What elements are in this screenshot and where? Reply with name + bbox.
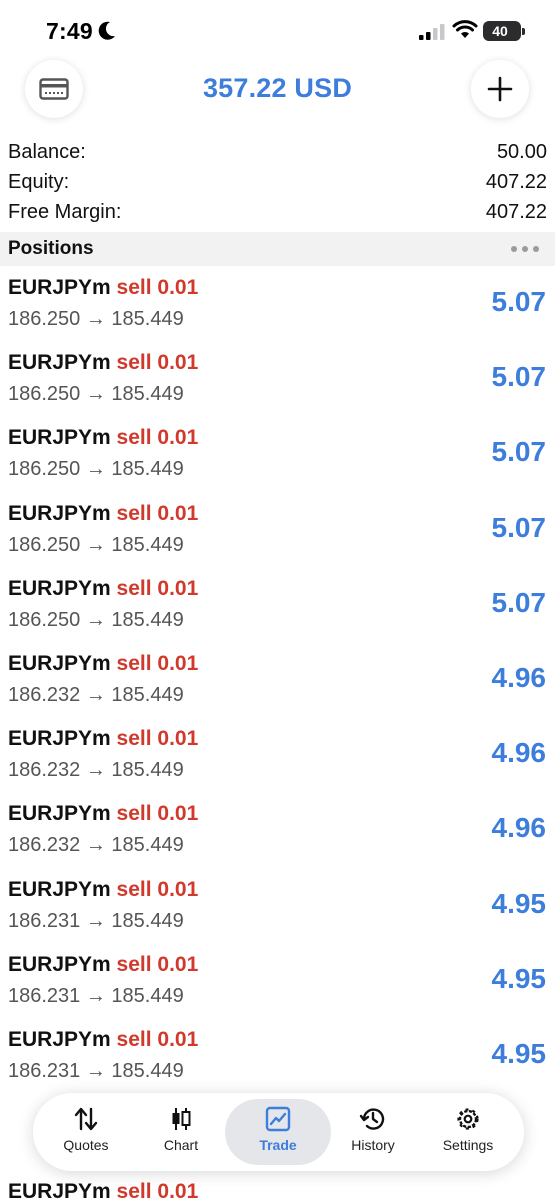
position-profit: 5.07	[491, 511, 547, 543]
positions-section-header: Positions	[0, 232, 555, 266]
plus-icon	[487, 76, 513, 102]
position-prices: 186.250 → 185.449	[8, 533, 184, 556]
position-prices: 186.231 → 185.449	[8, 909, 184, 932]
tab-history-label: History	[351, 1137, 395, 1153]
position-profit: 5.07	[491, 361, 547, 393]
position-symbol: EURJPYm	[8, 576, 111, 600]
position-symbol: EURJPYm	[8, 952, 111, 976]
tab-bar: Quotes Chart Trade History Settings	[33, 1093, 524, 1171]
position-symbol: EURJPYm	[8, 351, 111, 375]
trade-chart-icon	[265, 1106, 291, 1132]
position-row[interactable]: EURJPYm sell 0.01 186.231 → 185.449 4.95	[0, 868, 555, 943]
position-row[interactable]: EURJPYm sell 0.01 186.250 → 185.449 5.07	[0, 567, 555, 642]
candlestick-icon	[172, 1108, 191, 1130]
position-profit: 4.96	[491, 812, 547, 844]
position-action: sell 0.01	[116, 1180, 199, 1200]
position-profit: 5.07	[491, 286, 547, 317]
position-prices: 186.231 → 185.449	[8, 984, 184, 1007]
status-bar: 7:49 40	[0, 0, 555, 62]
position-symbol: EURJPYm	[8, 727, 111, 751]
position-row[interactable]: EURJPYm sell 0.01 186.250 → 185.449 5.07	[0, 341, 555, 416]
position-symbol: EURJPYm	[8, 426, 111, 450]
position-action: sell 0.01	[116, 651, 199, 675]
position-prices: 186.250 → 185.449	[8, 458, 184, 481]
tab-chart-label: Chart	[163, 1137, 199, 1153]
tab-trade[interactable]: Trade	[225, 1099, 331, 1165]
tab-settings-label: Settings	[442, 1137, 494, 1153]
position-symbol: EURJPYm	[8, 1027, 111, 1051]
position-row[interactable]: EURJPYm sell 0.01 186.232 → 185.449 4.96	[0, 792, 555, 867]
position-profit: 4.95	[491, 1037, 547, 1069]
position-symbol: EURJPYm	[8, 802, 111, 826]
position-action: sell 0.01	[116, 501, 199, 525]
position-action: sell 0.01	[116, 952, 199, 976]
position-symbol: EURJPYm	[8, 276, 111, 299]
tab-quotes-label: Quotes	[63, 1137, 109, 1153]
position-prices: 186.232 → 185.449	[8, 759, 184, 782]
battery-icon: 40	[483, 21, 525, 41]
position-profit: 4.96	[491, 737, 547, 769]
position-action: sell 0.01	[116, 276, 199, 299]
status-time: 7:49	[46, 18, 93, 44]
position-row[interactable]: EURJPYm sell 0.01 186.232 → 185.449 4.96	[0, 717, 555, 792]
equity-value: 407.22	[485, 170, 547, 193]
position-prices: 186.232 → 185.449	[8, 683, 184, 706]
arrows-up-down-icon	[74, 1107, 98, 1131]
position-profit: 4.95	[491, 887, 547, 919]
balance-value: 50.00	[496, 140, 547, 163]
position-action: sell 0.01	[116, 426, 199, 450]
tab-quotes[interactable]: Quotes	[37, 1099, 135, 1165]
position-action: sell 0.01	[116, 877, 199, 901]
position-action: sell 0.01	[116, 727, 199, 751]
more-options-icon[interactable]	[511, 246, 539, 252]
position-row[interactable]: EURJPYm sell 0.01 186.232 → 185.449 4.96	[0, 642, 555, 717]
position-row[interactable]: EURJPYm sell 0.01 186.231 → 185.449 4.95	[0, 1018, 555, 1093]
cellular-signal-icon	[419, 24, 445, 40]
position-action: sell 0.01	[116, 802, 199, 826]
moon-icon	[98, 21, 115, 40]
new-order-button[interactable]	[471, 60, 529, 118]
positions-list: EURJPYm sell 0.01 186.250 → 185.449 5.07…	[0, 266, 555, 1093]
position-row-partial[interactable]: EURJPYm sell 0.01	[0, 1180, 555, 1200]
position-prices: 186.232 → 185.449	[8, 834, 184, 857]
position-symbol: EURJPYm	[8, 877, 111, 901]
equity-row: Equity: 407.22	[8, 167, 547, 197]
free-margin-row: Free Margin: 407.22	[8, 197, 547, 227]
position-profit: 5.07	[491, 436, 547, 468]
position-prices: 186.250 → 185.449	[8, 308, 184, 330]
position-profit: 4.96	[491, 661, 547, 693]
history-icon	[359, 1108, 385, 1130]
wifi-icon	[452, 20, 478, 38]
position-row[interactable]: EURJPYm sell 0.01 186.250 → 185.449 5.07	[0, 492, 555, 567]
position-row[interactable]: EURJPYm sell 0.01 186.250 → 185.449 5.07	[0, 266, 555, 341]
balance-row: Balance: 50.00	[8, 137, 547, 167]
position-symbol: EURJPYm	[8, 651, 111, 675]
gear-icon	[457, 1108, 479, 1130]
balance-label: Balance:	[8, 140, 86, 163]
position-symbol: EURJPYm	[8, 501, 111, 525]
tab-settings[interactable]: Settings	[419, 1099, 517, 1165]
position-profit: 4.95	[491, 962, 547, 994]
position-prices: 186.250 → 185.449	[8, 608, 184, 631]
positions-title: Positions	[8, 238, 94, 259]
free-margin-label: Free Margin:	[8, 200, 122, 223]
position-prices: 186.231 → 185.449	[8, 1059, 184, 1082]
tab-chart[interactable]: Chart	[132, 1099, 230, 1165]
position-row[interactable]: EURJPYm sell 0.01 186.231 → 185.449 4.95	[0, 943, 555, 1018]
tab-trade-label: Trade	[259, 1137, 297, 1153]
position-action: sell 0.01	[116, 1027, 199, 1051]
tab-history[interactable]: History	[324, 1099, 422, 1165]
position-row[interactable]: EURJPYm sell 0.01 186.250 → 185.449 5.07	[0, 416, 555, 491]
battery-level: 40	[492, 23, 508, 39]
position-action: sell 0.01	[116, 576, 199, 600]
position-prices: 186.250 → 185.449	[8, 383, 184, 406]
free-margin-value: 407.22	[485, 200, 547, 223]
equity-label: Equity:	[8, 170, 70, 193]
position-action: sell 0.01	[116, 351, 199, 375]
position-profit: 5.07	[491, 586, 547, 618]
position-symbol: EURJPYm	[8, 1180, 111, 1200]
